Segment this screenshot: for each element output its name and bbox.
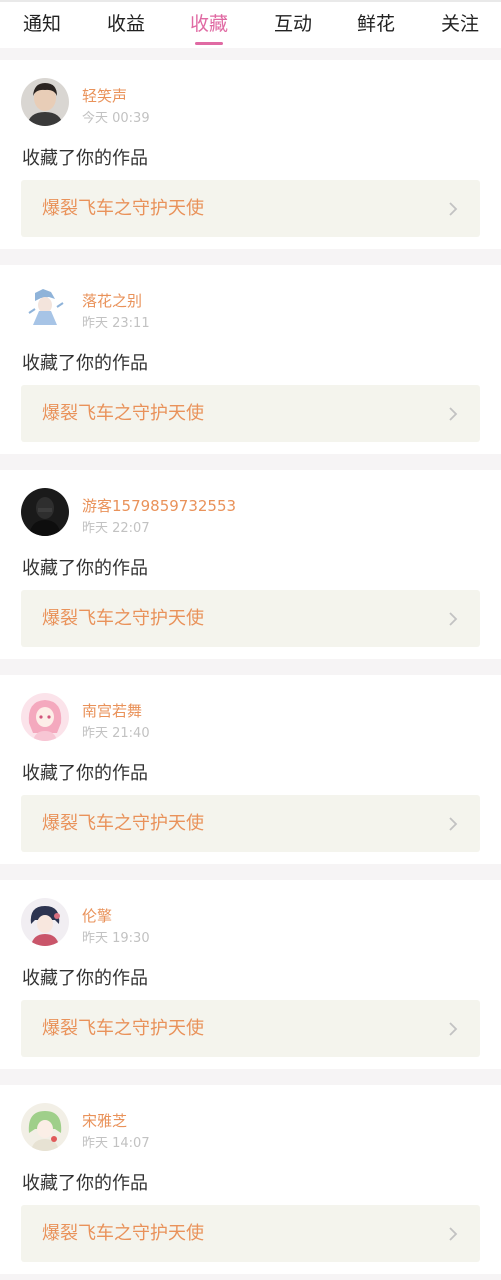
notification-card: 伦擎 昨天 19:30 收藏了你的作品 爆裂飞车之守护天使 bbox=[0, 880, 501, 1069]
avatar-anime-pink-icon[interactable] bbox=[21, 693, 69, 741]
chevron-right-icon bbox=[449, 202, 458, 216]
tab-earnings[interactable]: 收益 bbox=[84, 2, 168, 48]
tab-label: 鲜花 bbox=[356, 13, 395, 35]
username[interactable]: 伦擎 bbox=[82, 905, 112, 926]
tab-label: 收益 bbox=[106, 13, 145, 35]
avatar-boy-icon[interactable] bbox=[21, 78, 69, 126]
notification-card: 轻笑声 今天 00:39 收藏了你的作品 爆裂飞车之守护天使 bbox=[0, 60, 501, 249]
work-link[interactable]: 爆裂飞车之守护天使 bbox=[21, 180, 480, 237]
chevron-right-icon bbox=[449, 1227, 458, 1241]
timestamp: 昨天 23:11 bbox=[82, 316, 150, 331]
username[interactable]: 宋雅芝 bbox=[82, 1110, 127, 1131]
work-link[interactable]: 爆裂飞车之守护天使 bbox=[21, 795, 480, 852]
tab-label: 关注 bbox=[440, 13, 479, 35]
tab-label: 收藏 bbox=[189, 13, 228, 35]
timestamp: 昨天 21:40 bbox=[82, 726, 150, 741]
avatar-anime-dark-hair-icon[interactable] bbox=[21, 898, 69, 946]
work-link[interactable]: 爆裂飞车之守护天使 bbox=[21, 1205, 480, 1262]
chevron-right-icon bbox=[449, 1022, 458, 1036]
work-link[interactable]: 爆裂飞车之守护天使 bbox=[21, 590, 480, 647]
work-title: 爆裂飞车之守护天使 bbox=[42, 1223, 204, 1244]
work-title: 爆裂飞车之守护天使 bbox=[42, 1018, 204, 1039]
notification-card: 游客1579859732553 昨天 22:07 收藏了你的作品 爆裂飞车之守护… bbox=[0, 470, 501, 659]
work-title: 爆裂飞车之守护天使 bbox=[42, 198, 204, 219]
action-text: 收藏了你的作品 bbox=[22, 763, 148, 784]
tab-label: 互动 bbox=[273, 13, 312, 35]
action-text: 收藏了你的作品 bbox=[22, 353, 148, 374]
chevron-right-icon bbox=[449, 407, 458, 421]
tab-following[interactable]: 关注 bbox=[418, 2, 501, 48]
work-title: 爆裂飞车之守护天使 bbox=[42, 813, 204, 834]
action-text: 收藏了你的作品 bbox=[22, 1173, 148, 1194]
username[interactable]: 南宫若舞 bbox=[82, 700, 142, 721]
action-text: 收藏了你的作品 bbox=[22, 148, 148, 169]
work-link[interactable]: 爆裂飞车之守护天使 bbox=[21, 385, 480, 442]
timestamp: 昨天 19:30 bbox=[82, 931, 150, 946]
notification-card: 落花之别 昨天 23:11 收藏了你的作品 爆裂飞车之守护天使 bbox=[0, 265, 501, 454]
username[interactable]: 落花之别 bbox=[82, 290, 142, 311]
tab-interactions[interactable]: 互动 bbox=[251, 2, 335, 48]
work-title: 爆裂飞车之守护天使 bbox=[42, 403, 204, 424]
username[interactable]: 轻笑声 bbox=[82, 85, 127, 106]
tab-favorites[interactable]: 收藏 bbox=[167, 2, 251, 48]
timestamp: 今天 00:39 bbox=[82, 111, 150, 126]
notification-card: 南宫若舞 昨天 21:40 收藏了你的作品 爆裂飞车之守护天使 bbox=[0, 675, 501, 864]
tab-bar: 通知 收益 收藏 互动 鲜花 关注 bbox=[0, 0, 501, 48]
work-title: 爆裂飞车之守护天使 bbox=[42, 608, 204, 629]
chevron-right-icon bbox=[449, 612, 458, 626]
tab-label: 通知 bbox=[22, 13, 61, 35]
timestamp: 昨天 22:07 bbox=[82, 521, 150, 536]
tab-notifications[interactable]: 通知 bbox=[0, 2, 84, 48]
avatar-anime-green-icon[interactable] bbox=[21, 1103, 69, 1151]
notification-card: 宋雅芝 昨天 14:07 收藏了你的作品 爆裂飞车之守护天使 bbox=[0, 1085, 501, 1274]
tab-flowers[interactable]: 鲜花 bbox=[334, 2, 418, 48]
work-link[interactable]: 爆裂飞车之守护天使 bbox=[21, 1000, 480, 1057]
action-text: 收藏了你的作品 bbox=[22, 558, 148, 579]
action-text: 收藏了你的作品 bbox=[22, 968, 148, 989]
active-tab-indicator bbox=[195, 42, 223, 45]
avatar-anime-blue-icon[interactable] bbox=[21, 283, 69, 331]
username[interactable]: 游客1579859732553 bbox=[82, 495, 236, 516]
timestamp: 昨天 14:07 bbox=[82, 1136, 150, 1151]
chevron-right-icon bbox=[449, 817, 458, 831]
avatar-dark-icon[interactable] bbox=[21, 488, 69, 536]
